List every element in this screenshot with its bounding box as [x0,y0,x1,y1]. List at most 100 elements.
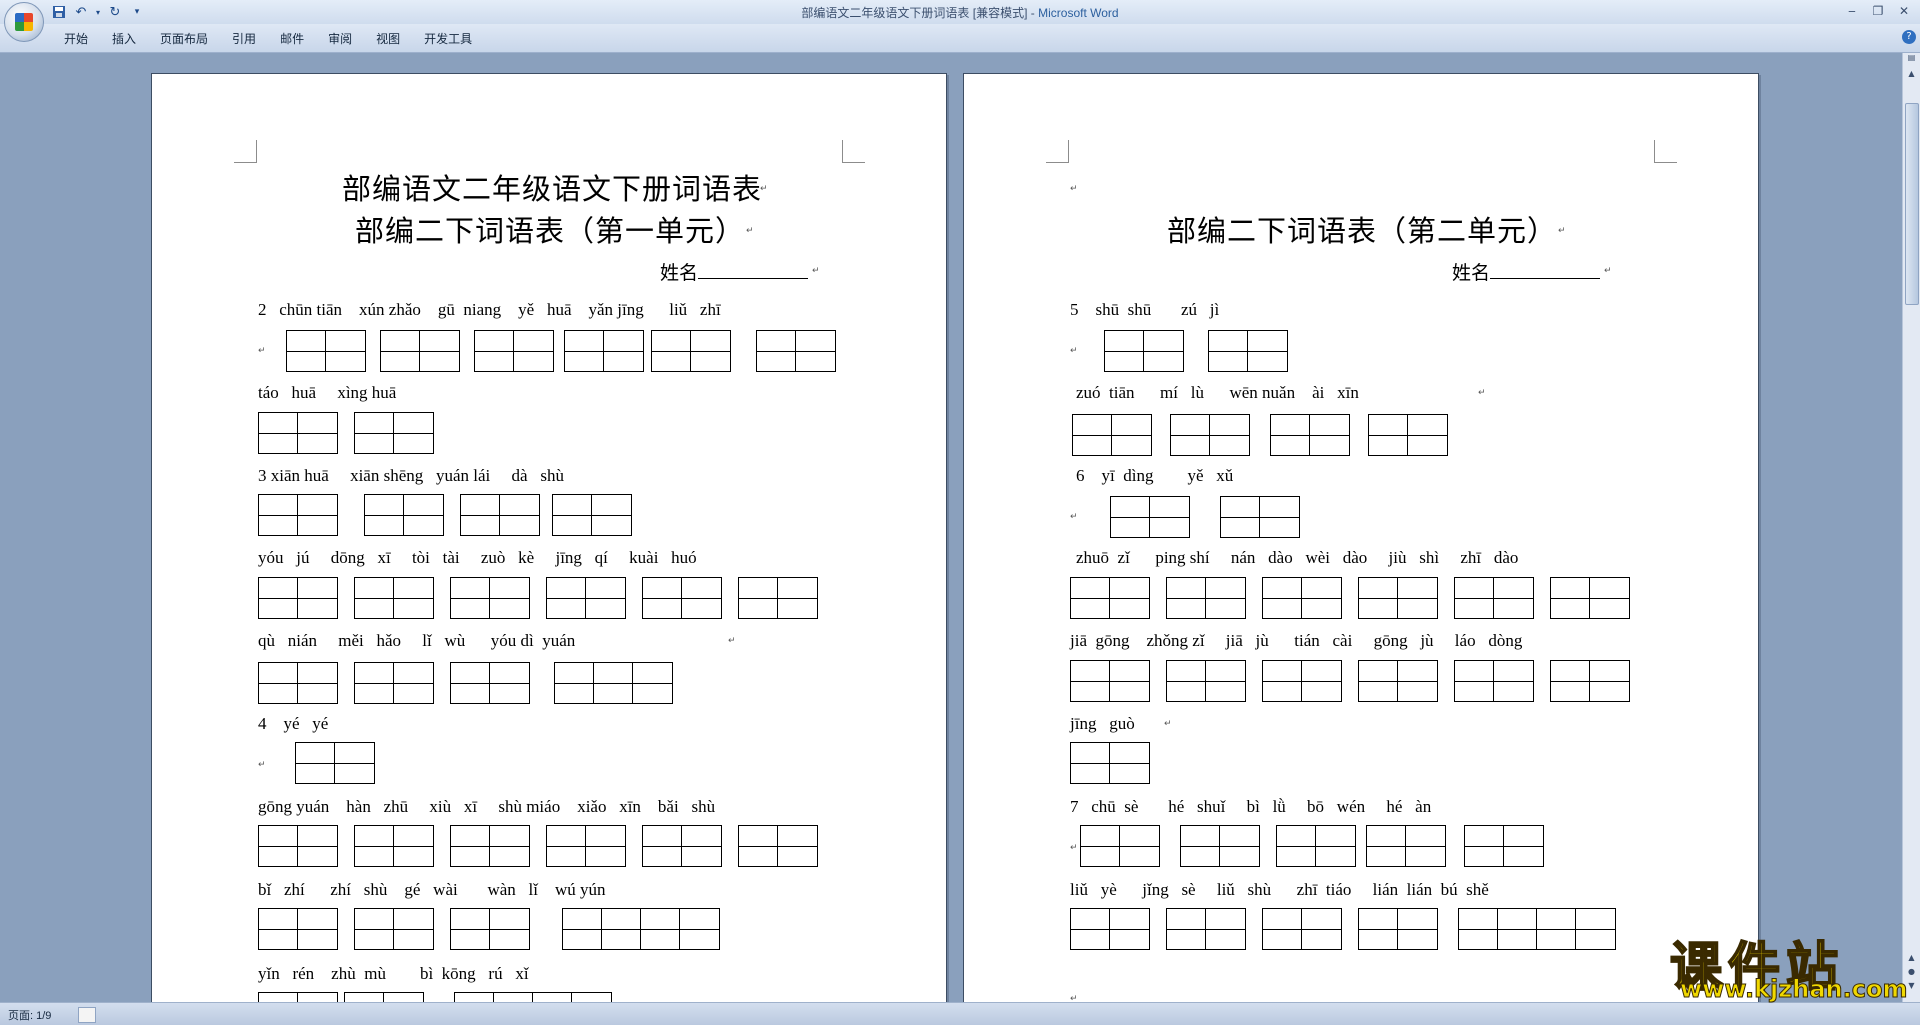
char-box-group [354,908,434,950]
app-name: Microsoft Word [1038,6,1119,20]
char-box-group [1104,330,1184,372]
char-cell [490,909,529,949]
tab-page-layout[interactable]: 页面布局 [148,30,220,48]
tab-view[interactable]: 视图 [364,30,412,48]
vertical-scrollbar[interactable]: ▤ ▲ ▲ ● ▼ [1902,53,1920,1003]
page-2[interactable]: ↵ 部编二下词语表（第二单元） ↵ 姓名 ↵ 5 shū shū zú jì ↵… [963,73,1759,1003]
office-button[interactable] [4,2,44,42]
char-cell [1111,497,1150,537]
char-box-group [1070,908,1150,950]
name-field[interactable]: 姓名 [1452,258,1601,285]
unit-1-title: 部编二下词语表（第一单元） [355,216,746,248]
char-cell [394,413,433,453]
paragraph-mark: ↵ [1558,226,1566,236]
char-cell [1071,661,1110,701]
char-cell [778,578,817,618]
char-box-group [1262,577,1342,619]
char-cell [490,663,529,703]
tab-developer[interactable]: 开发工具 [412,30,484,48]
document-main-title: 部编语文二年级语文下册词语表 [342,174,763,206]
char-box-group [756,330,836,372]
char-cell [1302,909,1341,949]
paragraph-mark: ↵ [1604,266,1612,276]
char-box-group [1166,577,1246,619]
char-cell [1210,415,1249,455]
char-box-group [450,577,530,619]
char-cell [461,495,500,535]
char-cell [394,663,433,703]
char-box-group [450,908,530,950]
char-cell [1206,578,1245,618]
tab-insert[interactable]: 插入 [100,30,148,48]
tab-review[interactable]: 审阅 [316,30,364,48]
char-cell [1494,661,1533,701]
char-box-group [1072,414,1152,456]
name-label: 姓名 [1452,263,1491,284]
char-cell [602,909,641,949]
char-box-group [1454,577,1534,619]
char-box-group [1366,825,1446,867]
char-box-group [642,577,722,619]
char-cell [796,331,835,371]
close-icon[interactable]: ✕ [1892,2,1916,20]
pinyin-line: 5 shū shū zú jì [1070,300,1220,319]
char-box-group [1080,825,1160,867]
window-controls: ‒ ❐ ✕ [1840,2,1916,20]
char-box-group [1464,825,1544,867]
ribbon: 开始 插入 页面布局 引用 邮件 审阅 视图 开发工具 ? [0,24,1920,53]
pinyin-line: gōng yuán hàn zhū xiù xī shù miáo xiǎo x… [258,797,716,816]
name-field[interactable]: 姓名 [660,258,809,285]
char-box-group [1070,660,1150,702]
char-cell [739,826,778,866]
restore-icon[interactable]: ❐ [1866,2,1890,20]
char-cell [1150,497,1189,537]
char-cell [298,663,337,703]
name-underline [698,260,809,279]
char-cell [514,331,553,371]
char-cell [287,331,326,371]
char-cell [394,826,433,866]
tab-references[interactable]: 引用 [220,30,268,48]
char-cell [1359,578,1398,618]
scroll-thumb[interactable] [1905,103,1919,305]
pinyin-line: 6 yī dìng yě xǔ [1076,466,1234,485]
char-cell [682,826,721,866]
char-box-group [1070,742,1150,784]
char-cell [643,826,682,866]
char-box-group [258,908,338,950]
page-counter[interactable]: 页面: 1/9 [8,1007,51,1023]
char-box-group [460,494,540,536]
char-cell [1167,578,1206,618]
paragraph-mark: ↵ [1164,719,1172,729]
char-cell [355,578,394,618]
document-area[interactable]: 部编语文二年级语文下册词语表 ↵ 部编二下词语表（第一单元） ↵ 姓名 ↵ 2 … [0,53,1902,1003]
scroll-up-icon[interactable]: ▲ [1903,69,1920,83]
char-cell [778,826,817,866]
previous-page-icon[interactable]: ▲ [1903,953,1920,967]
char-cell [1494,578,1533,618]
char-cell [592,495,631,535]
page-1[interactable]: 部编语文二年级语文下册词语表 ↵ 部编二下词语表（第一单元） ↵ 姓名 ↵ 2 … [151,73,947,1003]
char-cell [355,826,394,866]
char-cell [1576,909,1615,949]
char-cell [586,826,625,866]
ruler-toggle-icon[interactable]: ▤ [1903,53,1920,67]
paragraph-mark: ↵ [1478,388,1486,398]
char-cell [1110,578,1149,618]
char-cell [365,495,404,535]
char-cell [1359,909,1398,949]
tab-mailings[interactable]: 邮件 [268,30,316,48]
char-cell [1071,743,1110,783]
help-icon[interactable]: ? [1902,30,1916,44]
char-cell [1408,415,1447,455]
char-cell [1167,909,1206,949]
paragraph-mark: ↵ [760,184,768,194]
paragraph-mark: ↵ [812,266,820,276]
char-cell [565,331,604,371]
paragraph-mark: ↵ [1070,512,1078,522]
proofing-icon[interactable] [78,1007,96,1023]
char-cell [563,909,602,949]
char-cell [1071,578,1110,618]
tab-home[interactable]: 开始 [52,30,100,48]
minimize-icon[interactable]: ‒ [1840,2,1864,20]
